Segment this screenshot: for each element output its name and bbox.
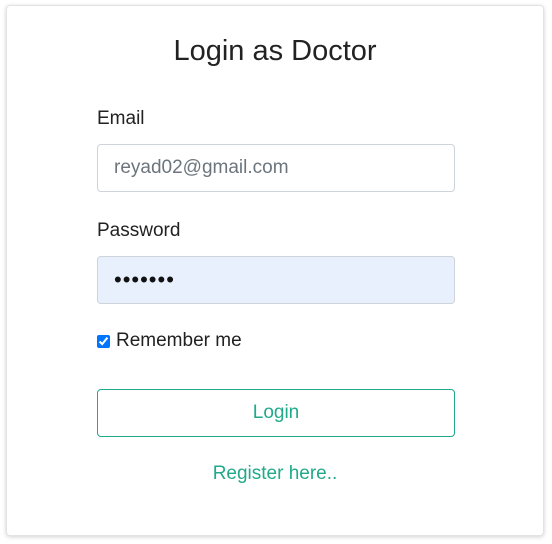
- remember-me: Remember me: [97, 329, 242, 353]
- login-button[interactable]: Login: [97, 389, 455, 437]
- remember-me-label: Remember me: [116, 330, 242, 351]
- remember-me-checkbox[interactable]: [97, 334, 110, 348]
- login-card: Login as Doctor Email Password Remember …: [6, 5, 544, 536]
- password-label: Password: [97, 220, 181, 241]
- email-label: Email: [97, 108, 145, 129]
- page-title: Login as Doctor: [173, 35, 377, 67]
- password-field[interactable]: [97, 256, 455, 304]
- email-field[interactable]: [97, 144, 455, 192]
- register-link[interactable]: Register here..: [7, 462, 543, 486]
